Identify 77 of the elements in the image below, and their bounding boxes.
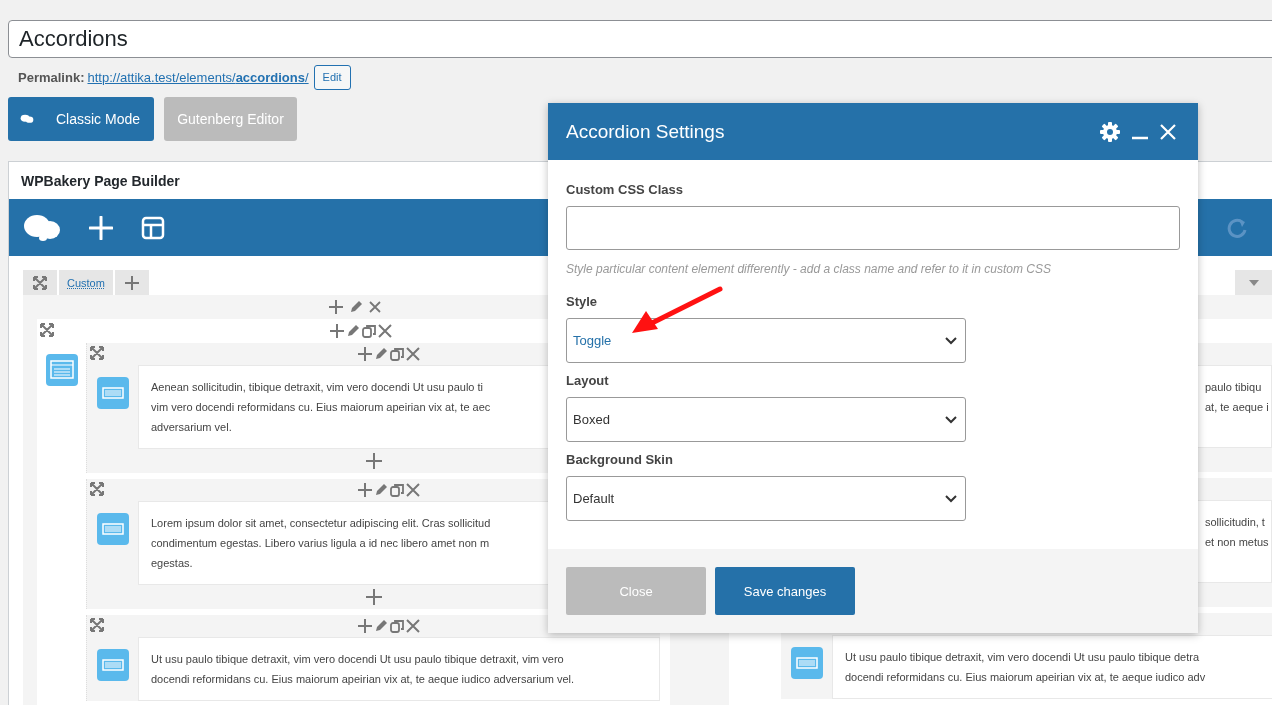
copy-icon[interactable]	[389, 347, 404, 361]
copy-icon[interactable]	[361, 324, 376, 338]
expand-icon[interactable]	[90, 482, 104, 496]
text-line: Ut usu paulo tibique detraxit, vim vero docendi Ut usu paulo tibique detraxit, vim vero	[151, 652, 564, 667]
text-line: paulo tibiqu	[1205, 380, 1262, 395]
custom-tab[interactable]: Custom	[59, 270, 113, 295]
text-block-card[interactable]: Ut usu paulo tibique detraxit, vim vero docendi Ut usu paulo tibique detraxit, vim vero docendi reformidans cu. Eius maiorum apeirian vix at, te aeque iudico adversarium vel.	[138, 637, 660, 701]
plus-icon	[124, 275, 139, 290]
chevron-icon	[945, 494, 957, 503]
settings-icon[interactable]	[1100, 121, 1120, 142]
close-icon[interactable]	[405, 619, 420, 633]
text-line: vim vero docendi reformidans cu. Eius maiorum apeirian vix at, te aec	[151, 400, 491, 415]
plus-icon[interactable]	[328, 300, 343, 314]
plus-icon[interactable]	[357, 347, 372, 361]
text-line: docendi reformidans cu. Eius maiorum apeirian vix at, te aeque iudico adv	[845, 670, 1206, 685]
text-line: Aenean sollicitudin, tibique detraxit, vim vero docendi Ut usu paulo ti	[151, 380, 484, 395]
pencil-icon[interactable]	[373, 483, 388, 497]
field-label: Custom CSS Class	[566, 182, 685, 199]
layout-icon[interactable]	[141, 215, 165, 240]
copy-icon[interactable]	[389, 483, 404, 497]
plus-icon[interactable]	[365, 453, 382, 469]
field-label: Background Skin	[566, 452, 674, 469]
pencil-icon[interactable]	[373, 347, 388, 361]
copy-icon[interactable]	[389, 619, 404, 633]
text-line: et non metus	[1205, 535, 1269, 550]
dropdown-button[interactable]	[1235, 270, 1272, 295]
chevron-icon	[945, 336, 957, 345]
field-label: Layout	[566, 373, 610, 390]
text-line: at, te aeque i	[1205, 400, 1269, 415]
pencil-icon[interactable]	[345, 324, 360, 338]
text-line: Ut usu paulo tibique detraxit, vim vero docendi Ut usu paulo tibique detra	[845, 650, 1200, 665]
permalink-label: Permalink:	[18, 69, 85, 85]
select-field[interactable]: Toggle	[566, 318, 966, 363]
text-block-card[interactable]: Ut usu paulo tibique detraxit, vim vero docendi Ut usu paulo tibique detra docendi reformidans cu. Eius maiorum apeirian vix at, te aeque iudico adv	[832, 635, 1272, 699]
chat-bubbles-icon[interactable]	[23, 213, 61, 242]
plus-icon[interactable]	[329, 324, 344, 338]
add-tab-button[interactable]	[114, 270, 149, 295]
pencil-icon[interactable]	[373, 619, 388, 633]
select-field[interactable]: Default	[566, 476, 966, 521]
text-line: Lorem ipsum dolor sit amet, consectetur adipiscing elit. Cras sollicitud	[151, 516, 491, 531]
expand-icon	[33, 275, 47, 290]
expand-icon[interactable]	[90, 618, 104, 632]
dialog-title: Accordion Settings	[566, 120, 725, 143]
plus-icon[interactable]	[357, 619, 372, 633]
close-icon[interactable]	[405, 483, 420, 497]
accordion-element-icon	[45, 354, 78, 386]
pencil-icon[interactable]	[348, 300, 363, 314]
logo-icon	[20, 112, 34, 126]
text-line: sollicitudin, t	[1205, 515, 1265, 530]
text-block-icon	[97, 513, 129, 545]
edit-button[interactable]: Edit	[313, 64, 351, 90]
permalink-link[interactable]: http://attika.test/elements/accordions/	[87, 69, 309, 85]
close-icon[interactable]	[368, 301, 381, 313]
field-label: Style	[566, 294, 599, 311]
text-block-icon	[791, 647, 823, 679]
close-icon[interactable]	[377, 324, 392, 338]
close-icon[interactable]	[405, 347, 420, 361]
save-button[interactable]: Save changes	[715, 567, 855, 615]
text-line: condimentum egestas. Libero varius ligula a id nec libero amet non m	[151, 536, 490, 551]
help-text: Style particular content element differently - add a class name and refer to it in custom CSS	[566, 262, 1052, 278]
css-class-field[interactable]	[566, 206, 1180, 250]
chevron-icon	[945, 415, 957, 424]
text-line: adversarium vel.	[151, 420, 232, 435]
classic-mode-button[interactable]: Classic Mode	[8, 97, 154, 141]
expand-icon[interactable]	[90, 346, 104, 360]
text-block-icon	[97, 377, 129, 409]
panel-title: WPBakery Page Builder	[21, 172, 180, 189]
title-field[interactable]: Accordions	[8, 20, 1272, 58]
plus-icon[interactable]	[365, 589, 382, 605]
plus-icon[interactable]	[357, 483, 372, 497]
text-block-icon	[97, 649, 129, 681]
expand-icon[interactable]	[40, 323, 54, 337]
select-field[interactable]: Boxed	[566, 397, 966, 442]
text-line: egestas.	[151, 556, 193, 571]
caret-icon	[1249, 279, 1259, 286]
text-line: docendi reformidans cu. Eius maiorum apeirian vix at, te aeque iudico adversarium vel.	[151, 672, 575, 687]
expand-button[interactable]	[23, 270, 57, 295]
